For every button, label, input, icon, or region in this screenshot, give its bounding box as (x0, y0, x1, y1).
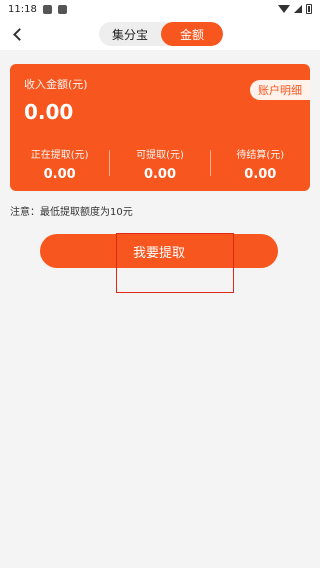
stat-value: 0.00 (244, 167, 277, 182)
income-label: 收入金额(元) (24, 78, 88, 91)
notification-icon (42, 4, 52, 14)
stat-withdrawing: 正在提取(元) 0.00 (10, 146, 109, 182)
stat-pending: 待结算(元) 0.00 (211, 146, 310, 182)
tab-jifenbao[interactable]: 集分宝 (99, 22, 161, 46)
income-amount: 0.00 (24, 100, 74, 124)
tab-amount[interactable]: 金额 (161, 22, 223, 46)
segment-switcher: 集分宝 金额 (99, 22, 223, 46)
stat-label: 正在提取(元) (30, 150, 89, 161)
stat-value: 0.00 (143, 167, 177, 182)
signal-icon (294, 5, 302, 13)
wifi-icon (278, 5, 290, 13)
status-bar: 11:18 (0, 0, 320, 18)
back-button[interactable] (8, 24, 26, 44)
balance-card: 收入金额(元) 0.00 账户明细 正在提取(元) 0.00 可提取(元) 0.… (10, 64, 310, 191)
stat-label: 可提取(元) (136, 150, 184, 161)
status-time: 11:18 (8, 3, 37, 15)
stat-label: 待结算(元) (236, 150, 285, 161)
battery-icon (306, 4, 312, 14)
account-detail-button[interactable]: 账户明细 (250, 80, 310, 100)
stat-value: 0.00 (43, 167, 76, 182)
minimum-withdraw-note: 注意：最低提取额度为10元 (10, 207, 133, 218)
top-bar: 11:18 集分宝 金额 (0, 0, 320, 50)
chevron-left-icon (12, 27, 26, 41)
stats-row: 正在提取(元) 0.00 可提取(元) 0.00 待结算(元) 0.00 (10, 146, 310, 182)
stat-withdrawable: 可提取(元) 0.00 (110, 146, 209, 182)
withdraw-button[interactable]: 我要提取 (40, 234, 278, 268)
app-notification-icon (57, 4, 67, 14)
